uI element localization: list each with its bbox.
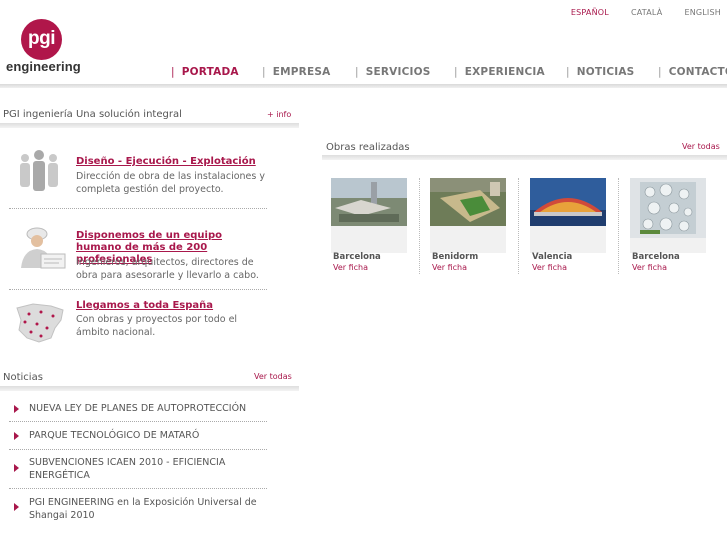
feature-divider — [9, 208, 267, 209]
work-detail-link[interactable]: Ver ficha — [432, 263, 467, 272]
intro-divider — [0, 123, 299, 128]
arrow-right-icon — [14, 503, 19, 511]
works-more-link[interactable]: Ver todas — [682, 142, 720, 151]
spain-map-icon — [16, 303, 64, 343]
arrow-right-icon — [14, 464, 19, 472]
nav-portada[interactable]: PORTADA — [171, 66, 239, 78]
news-item[interactable]: PGI ENGINEERING en la Exposición Univers… — [14, 497, 267, 523]
lang-english[interactable]: ENGLISH — [684, 8, 721, 17]
arrow-right-icon — [14, 432, 19, 440]
news-item[interactable]: PARQUE TECNOLÓGICO DE MATARÓ — [14, 430, 267, 444]
work-card[interactable]: Valencia Ver ficha — [530, 178, 606, 274]
work-photo-valencia — [530, 178, 606, 226]
feature-divider — [9, 289, 267, 290]
work-separator — [518, 178, 519, 274]
feature-design-title[interactable]: Diseño - Ejecución - Explotación — [76, 156, 268, 168]
work-detail-link[interactable]: Ver ficha — [333, 263, 368, 272]
work-city: Barcelona — [333, 252, 381, 262]
team-people-icon — [20, 150, 58, 191]
work-separator — [419, 178, 420, 274]
nav-divider — [0, 84, 727, 88]
nav-empresa[interactable]: EMPRESA — [262, 66, 330, 78]
news-title: Noticias — [3, 372, 43, 383]
nav-contacto[interactable]: CONTACTO — [658, 66, 727, 78]
work-detail-link[interactable]: Ver ficha — [632, 263, 667, 272]
feature-design-desc: Dirección de obra de las instalaciones y… — [76, 171, 265, 195]
intro-title: PGI ingeniería Una solución integral — [3, 109, 182, 120]
arrow-right-icon — [14, 405, 19, 413]
work-separator — [618, 178, 619, 274]
work-photo-barcelona — [331, 178, 407, 226]
news-divider — [0, 386, 299, 391]
nav-noticias[interactable]: NOTICIAS — [566, 66, 634, 78]
news-item[interactable]: NUEVA LEY DE PLANES DE AUTOPROTECCIÓN — [14, 403, 267, 417]
news-more-link[interactable]: Ver todas — [254, 372, 292, 381]
engineer-helmet-icon — [21, 227, 66, 269]
works-divider — [322, 155, 727, 160]
news-item-divider — [9, 421, 267, 422]
feature-spain-title[interactable]: Llegamos a toda España — [76, 300, 268, 312]
work-detail-link[interactable]: Ver ficha — [532, 263, 567, 272]
intro-more-link[interactable]: + info — [267, 110, 291, 119]
work-card[interactable]: Barcelona Ver ficha — [630, 178, 706, 274]
feature-team: Disponemos de un equipo humano de más de… — [9, 227, 267, 288]
work-city: Valencia — [532, 252, 573, 262]
feature-spain-desc: Con obras y proyectos por todo el ámbito… — [76, 314, 238, 338]
nav-experiencia[interactable]: EXPERIENCIA — [454, 66, 545, 78]
lang-catala[interactable]: CATALÀ — [631, 8, 663, 17]
work-city: Benidorm — [432, 252, 479, 262]
logo-mark: pgi — [21, 19, 62, 60]
feature-team-desc: Ingenieros, arquitectos, directores de o… — [76, 257, 259, 281]
work-card[interactable]: Benidorm Ver ficha — [430, 178, 506, 274]
nav-servicios[interactable]: SERVICIOS — [355, 66, 431, 78]
work-photo-benidorm — [430, 178, 506, 226]
works-title: Obras realizadas — [326, 142, 410, 153]
work-photo-barcelona-building — [630, 178, 706, 238]
language-selector: ESPAÑOL CATALÀ ENGLISH — [571, 8, 721, 17]
feature-design: Diseño - Ejecución - Explotación Direcci… — [9, 150, 268, 206]
feature-spain: Llegamos a toda España Con obras y proye… — [9, 300, 267, 344]
work-card[interactable]: Barcelona Ver ficha — [331, 178, 407, 274]
news-item[interactable]: SUBVENCIONES ICAEN 2010 - EFICIENCIA ENE… — [14, 457, 267, 483]
main-nav: PORTADA EMPRESA SERVICIOS EXPERIENCIA NO… — [0, 66, 727, 84]
news-item-divider — [9, 449, 267, 450]
work-city: Barcelona — [632, 252, 680, 262]
news-item-divider — [9, 488, 267, 489]
lang-espanol[interactable]: ESPAÑOL — [571, 8, 609, 17]
